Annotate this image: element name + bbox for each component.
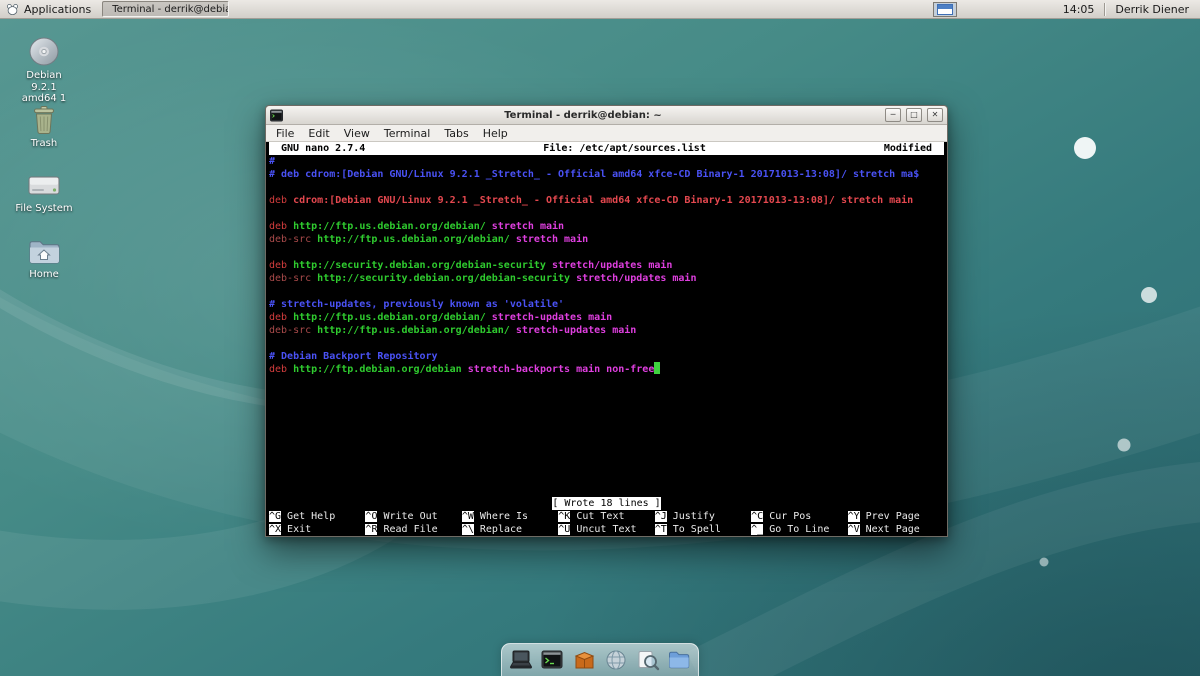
menu-terminal[interactable]: Terminal [377,127,438,140]
window-titlebar[interactable]: Terminal - derrik@debian: ~ ─ □ ✕ [266,106,947,125]
nano-line: deb http://ftp.us.debian.org/debian/ str… [269,220,944,233]
maximize-button[interactable]: □ [906,108,922,122]
terminal-screen[interactable]: GNU nano 2.7.4 File: /etc/apt/sources.li… [266,142,947,536]
dock-item-app-finder[interactable] [635,647,661,673]
xfce-mouse-icon [6,3,19,16]
home-folder-icon [27,236,61,266]
nano-line: deb http://ftp.us.debian.org/debian/ str… [269,311,944,324]
folder-icon [667,648,691,672]
window-terminal-icon [270,109,283,122]
nano-line: deb http://security.debian.org/debian-se… [269,259,944,272]
trash-icon [30,104,58,135]
nano-line: deb-src http://ftp.us.debian.org/debian/… [269,233,944,246]
nano-shortcut-where-is: ^WWhere Is [462,510,558,523]
nano-shortcut-cur-pos: ^CCur Pos [751,510,847,523]
nano-line: deb cdrom:[Debian GNU/Linux 9.2.1 _Stret… [269,194,944,207]
desktop-icon-trash[interactable]: Trash [12,104,76,150]
package-icon [572,648,596,672]
nano-shortcuts-row2: ^XExit^RRead File^\Replace^UUncut Text^T… [269,523,944,536]
nano-shortcut-replace: ^\Replace [462,523,558,536]
nano-status-message: [ Wrote 18 lines ] [552,497,660,510]
desktop-icon-file-system[interactable]: File System [12,170,76,215]
menu-tabs[interactable]: Tabs [437,127,475,140]
workspace-window-icon [937,4,953,15]
nano-line [269,376,944,389]
desktop-icon-label: File System [15,203,72,215]
dock-item-terminal[interactable] [539,647,565,673]
nano-shortcut-justify: ^JJustify [655,510,751,523]
screen: Debian 9.2.1 amd64 1 Trash File S [0,0,1200,676]
nano-shortcut-prev-page: ^YPrev Page [848,510,944,523]
desktop-icon-debian-cd[interactable]: Debian 9.2.1 amd64 1 [12,36,76,105]
laptop-icon [508,648,534,672]
nano-shortcut-uncut-text: ^UUncut Text [558,523,654,536]
dock-item-web-browser[interactable] [603,647,629,673]
magnifier-icon [636,648,660,672]
hard-drive-icon [26,170,62,200]
nano-line [269,337,944,350]
desktop-icon-label: Trash [31,138,57,150]
panel-right: 14:05 Derrik Diener [933,0,1200,18]
nano-shortcut-exit: ^XExit [269,523,365,536]
taskbar-item-terminal[interactable]: Terminal - derrik@debia... [102,1,229,17]
top-panel: Applications Terminal - derrik@debia... … [0,0,1200,19]
terminal-window: Terminal - derrik@debian: ~ ─ □ ✕ File E… [265,105,948,537]
nano-line [269,246,944,259]
nano-shortcuts-row1: ^GGet Help^OWrite Out^WWhere Is^KCut Tex… [269,510,944,523]
nano-shortcut-cut-text: ^KCut Text [558,510,654,523]
desktop-icon-label: Debian 9.2.1 amd64 1 [12,70,76,105]
nano-line: # stretch-updates, previously known as '… [269,298,944,311]
nano-line [269,207,944,220]
decor-dot [1074,137,1096,159]
nano-shortcut-write-out: ^OWrite Out [365,510,461,523]
minimize-button[interactable]: ─ [885,108,901,122]
window-title: Terminal - derrik@debian: ~ [286,110,880,121]
nano-shortcut-go-to-line: ^_Go To Line [751,523,847,536]
applications-label: Applications [24,3,91,16]
nano-line: # [269,155,944,168]
desktop-icon-home[interactable]: Home [12,236,76,281]
menu-view[interactable]: View [337,127,377,140]
nano-statusbar: [ Wrote 18 lines ] [269,497,944,510]
nano-shortcut-get-help: ^GGet Help [269,510,365,523]
nano-buffer[interactable]: ## deb cdrom:[Debian GNU/Linux 9.2.1 _St… [269,155,944,497]
nano-line [269,285,944,298]
dock-item-package[interactable] [571,647,597,673]
dock-item-file-manager[interactable] [666,647,692,673]
menu-edit[interactable]: Edit [301,127,336,140]
user-menu[interactable]: Derrik Diener [1105,3,1193,16]
nano-version: GNU nano 2.7.4 [269,142,365,155]
terminal-menubar: File Edit View Terminal Tabs Help [266,125,947,142]
text-cursor [654,362,660,374]
nano-line: # deb cdrom:[Debian GNU/Linux 9.2.1 _Str… [269,168,944,181]
nano-line [269,181,944,194]
taskbar-item-label: Terminal - derrik@debia... [112,4,229,15]
menu-file[interactable]: File [269,127,301,140]
close-button[interactable]: ✕ [927,108,943,122]
nano-shortcut-next-page: ^VNext Page [848,523,944,536]
nano-line: # Debian Backport Repository [269,350,944,363]
terminal-icon [540,648,564,672]
applications-menu-button[interactable]: Applications [0,0,100,18]
nano-shortcut-read-file: ^RRead File [365,523,461,536]
nano-line: deb-src http://security.debian.org/debia… [269,272,944,285]
nano-modified-flag: Modified [884,142,944,155]
dock [501,643,699,676]
desktop-icon-label: Home [29,269,59,281]
dock-item-laptop[interactable] [508,647,534,673]
workspace-switcher[interactable] [933,2,957,17]
clock: 14:05 [1053,3,1105,16]
nano-titlebar: GNU nano 2.7.4 File: /etc/apt/sources.li… [269,142,944,155]
menu-help[interactable]: Help [476,127,515,140]
globe-icon [604,648,628,672]
nano-line: deb http://ftp.debian.org/debian stretch… [269,363,944,376]
cd-disc-icon [27,36,61,67]
nano-filename: File: /etc/apt/sources.list [365,142,884,155]
nano-line: deb-src http://ftp.us.debian.org/debian/… [269,324,944,337]
nano-shortcut-to-spell: ^TTo Spell [655,523,751,536]
